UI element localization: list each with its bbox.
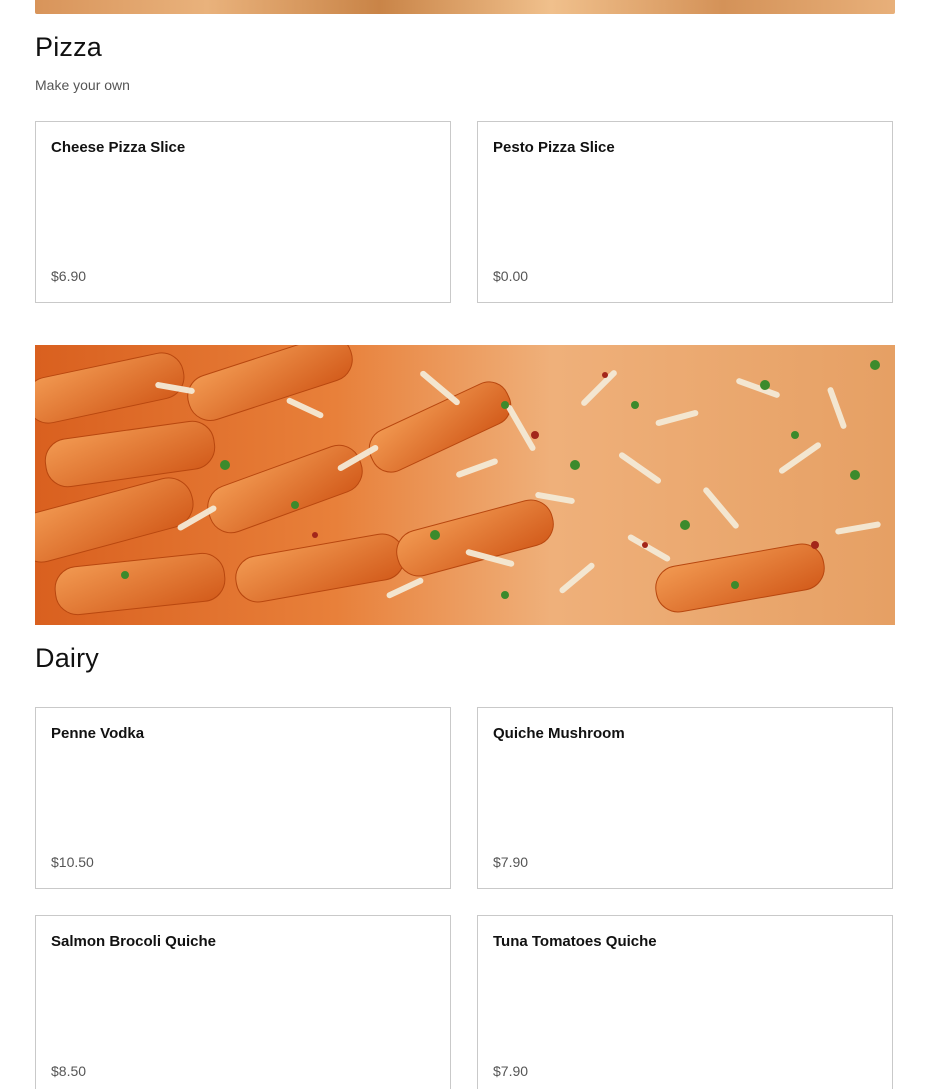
menu-item-name: Quiche Mushroom <box>493 725 625 742</box>
menu-item-price: $10.50 <box>51 854 94 870</box>
menu-item-name: Penne Vodka <box>51 725 145 742</box>
dairy-banner-image <box>35 345 895 625</box>
section-title-dairy: Dairy <box>35 643 100 673</box>
menu-item-card[interactable]: Cheese Pizza Slice $6.90 <box>35 121 451 303</box>
menu-item-card[interactable]: Quiche Mushroom $7.90 <box>477 707 893 889</box>
menu-item-price: $0.00 <box>493 268 529 284</box>
menu-item-card[interactable]: Penne Vodka $10.50 <box>35 707 451 889</box>
menu-item-price: $6.90 <box>51 268 87 284</box>
menu-item-card[interactable]: Pesto Pizza Slice $0.00 <box>477 121 893 303</box>
menu-item-name: Salmon Brocoli Quiche <box>51 933 217 950</box>
menu-item-card[interactable]: Salmon Brocoli Quiche $8.50 <box>35 915 451 1089</box>
section-title-pizza: Pizza <box>35 32 103 62</box>
menu-item-card[interactable]: Tuna Tomatoes Quiche $7.90 <box>477 915 893 1089</box>
menu-item-price: $7.90 <box>493 854 529 870</box>
menu-item-name: Cheese Pizza Slice <box>51 139 186 156</box>
menu-item-name: Pesto Pizza Slice <box>493 139 615 156</box>
menu-item-price: $7.90 <box>493 1063 529 1079</box>
section-subtitle-pizza: Make your own <box>35 77 130 93</box>
pizza-banner-image <box>35 0 895 14</box>
menu-item-price: $8.50 <box>51 1063 87 1079</box>
menu-item-name: Tuna Tomatoes Quiche <box>493 933 657 950</box>
